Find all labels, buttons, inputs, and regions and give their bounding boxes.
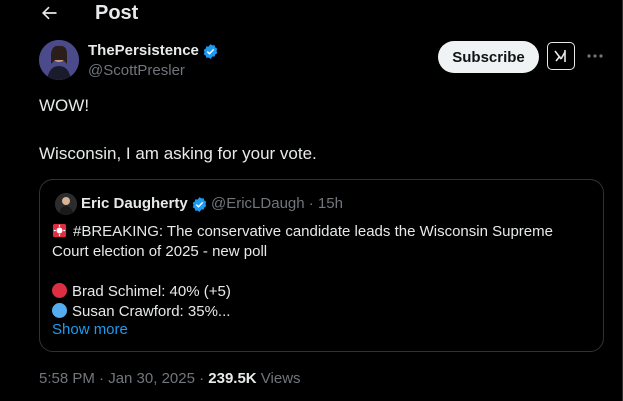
quote-author-handle-time: @EricLDaugh · 15h [211,195,343,212]
quote-text-line: #BREAKING: The conservative candidate le… [52,222,592,242]
verified-badge-icon [203,43,218,59]
views-count: 239.5K [208,370,257,387]
post-text-line: Wisconsin, I am asking for your vote. [39,144,317,163]
grok-button[interactable] [547,42,575,70]
page-title: Post [95,2,139,24]
poll-item: Susan Crawford: 35%... [52,302,592,322]
poll-item: Brad Schimel: 40% (+5) [52,282,592,302]
views-label: Views [256,370,301,387]
quote-text-content: #BREAKING: The conservative candidate le… [73,223,553,240]
grok-icon [554,50,566,62]
author-handle[interactable]: @ScottPresler [88,62,185,80]
post-text: WOW! Wisconsin, I am asking for your vot… [39,96,599,164]
more-options-button[interactable] [584,46,606,66]
poll-item-text: Susan Crawford: 35%... [72,303,231,320]
post-text-line: WOW! [39,96,90,115]
author-display-name[interactable]: ThePersistence [88,42,219,60]
siren-icon [52,223,67,238]
subscribe-button[interactable]: Subscribe [438,41,539,73]
more-dots-icon [587,54,603,58]
back-arrow-icon [42,6,57,20]
author-avatar[interactable] [39,40,79,80]
quote-author-name: Eric Daugherty [81,195,208,213]
quote-author-avatar [55,193,77,215]
back-button[interactable] [38,2,60,24]
post-header: Post [0,0,622,28]
verified-badge-icon [192,196,206,212]
quote-text-line: Court election of 2025 - new poll [52,243,268,260]
show-more-link[interactable]: Show more [52,321,128,339]
post-timestamp[interactable]: 5:58 PM · Jan 30, 2025 · [39,370,208,387]
quote-author-name-text: Eric Daugherty [81,195,188,212]
blue-circle-icon [52,303,67,318]
poll-item-text: Brad Schimel: 40% (+5) [72,283,231,300]
quote-text: #BREAKING: The conservative candidate le… [52,222,592,322]
red-circle-icon [52,283,67,298]
quoted-post[interactable]: Eric Daugherty @EricLDaugh · 15h #BREAKI… [39,179,604,352]
post-meta: 5:58 PM · Jan 30, 2025 · 239.5K Views [39,370,301,388]
author-name-text: ThePersistence [88,42,199,59]
